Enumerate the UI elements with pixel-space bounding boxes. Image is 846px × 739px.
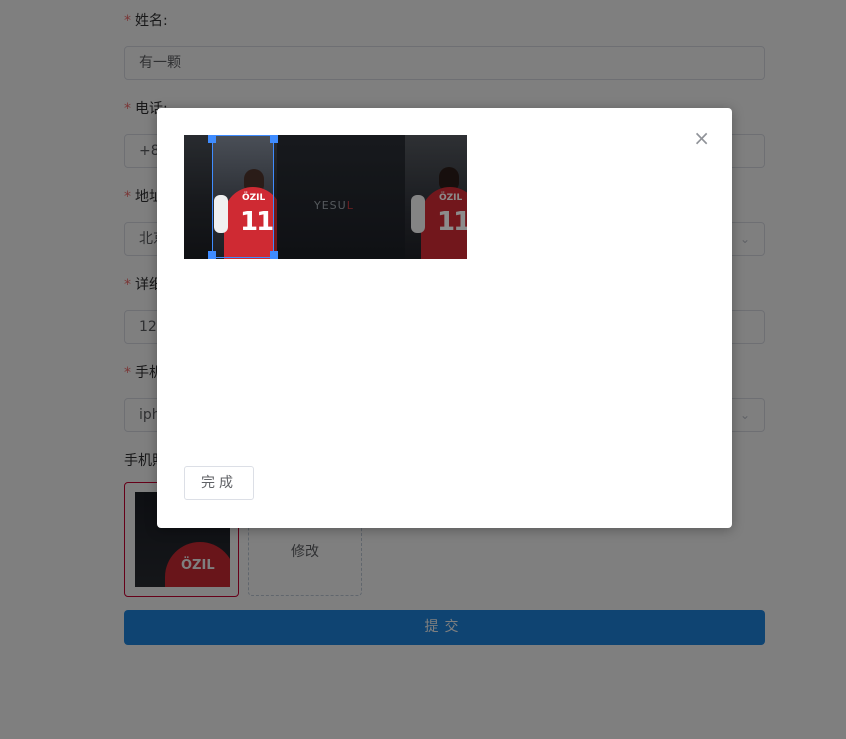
- close-icon[interactable]: ×: [693, 126, 710, 150]
- crop-mask-right: [274, 135, 467, 259]
- crop-handle-bottom-left[interactable]: [208, 251, 216, 259]
- crop-handle-top-right[interactable]: [270, 135, 278, 143]
- crop-dialog: × ÖZIL 11 YESUL ÖZIL 11 完成: [157, 108, 732, 528]
- crop-handle-bottom-right[interactable]: [270, 251, 278, 259]
- image-cropper[interactable]: ÖZIL 11 YESUL ÖZIL 11: [184, 135, 467, 259]
- done-button[interactable]: 完成: [184, 466, 254, 500]
- crop-mask-left: [184, 135, 212, 259]
- crop-handle-top-left[interactable]: [208, 135, 216, 143]
- crop-box[interactable]: [212, 135, 274, 258]
